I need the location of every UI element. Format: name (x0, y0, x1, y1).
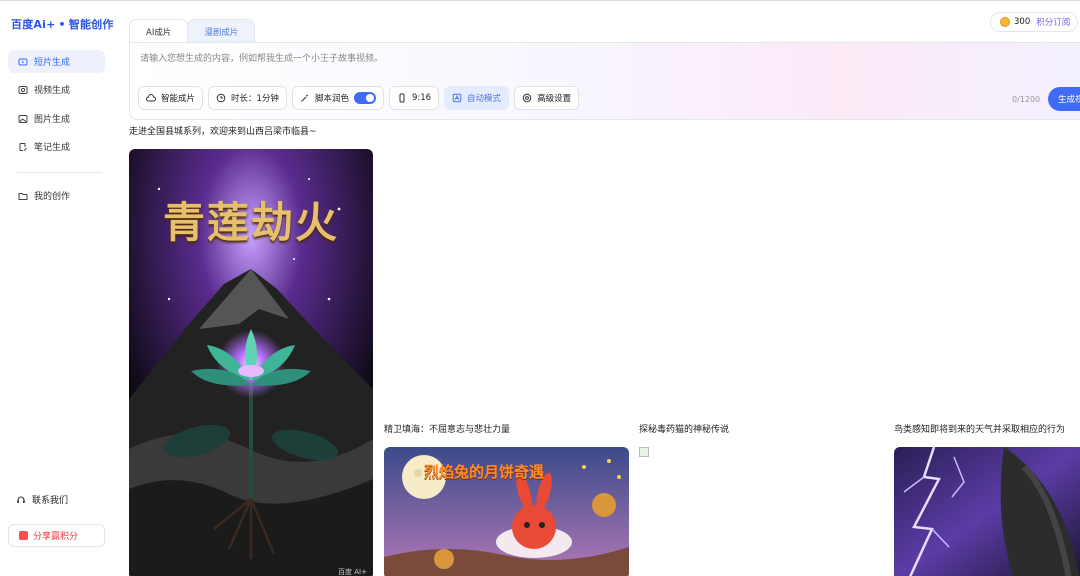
image-icon (17, 113, 28, 124)
folder-icon (17, 190, 28, 201)
sidebar-item-label: 我的创作 (34, 192, 71, 202)
sidebar-item-label: 短片生成 (34, 58, 71, 68)
char-counter: 0/1200 (1012, 95, 1041, 104)
lightning-poster-image (894, 447, 1080, 576)
feed-card-poster-lightning[interactable] (894, 447, 1080, 576)
sidebar-item-label: 图片生成 (34, 115, 71, 125)
aspect-ratio-select[interactable]: 9:16 (388, 86, 440, 110)
subscribe-link[interactable]: 积分订阅 (1036, 16, 1070, 28)
broken-image-icon[interactable] (639, 447, 649, 457)
note-icon (17, 141, 28, 152)
composer-card: 请输入您想生成的内容，例如帮我生成一个小王子故事视频。 智能成片 时长：1分钟 … (129, 42, 1080, 120)
prompt-input[interactable]: 请输入您想生成的内容，例如帮我生成一个小王子故事视频。 (140, 51, 383, 64)
headset-icon (17, 496, 25, 503)
generate-button[interactable]: 生成视频 (1048, 87, 1080, 111)
auto-mode-button[interactable]: 自动模式 (444, 86, 510, 110)
coin-icon (1000, 17, 1010, 27)
tab-ai-film[interactable]: AI成片 (129, 19, 189, 43)
auto-mode-icon (452, 93, 462, 103)
gift-icon (19, 531, 28, 540)
polish-switch[interactable] (353, 92, 376, 104)
advanced-label: 高级设置 (537, 94, 572, 104)
clock-icon (216, 93, 226, 103)
credits-badge[interactable]: 300 积分订阅 (990, 12, 1078, 32)
advanced-settings-button[interactable]: 高级设置 (514, 86, 580, 110)
feed-card-poster-rabbit[interactable]: 烈焰兔的月饼奇遇 (384, 447, 629, 576)
video-icon (17, 84, 28, 95)
feed-item-title[interactable]: 鸟类感知即将到来的天气并采取相应的行为 (894, 422, 1065, 435)
feed-item-title[interactable]: 探秘毒药猫的神秘传说 (639, 422, 729, 435)
credits-amount: 300 (1014, 17, 1031, 27)
gear-icon (522, 93, 532, 103)
film-icon (17, 56, 28, 67)
poster-watermark: 百度 AI+ (338, 568, 367, 576)
feed-intro-text: 走进全国县城系列，欢迎来到山西吕梁市临县~ (129, 127, 317, 137)
sidebar-item-video[interactable]: 视频生成 (8, 78, 105, 101)
feed-card-poster-lotus[interactable]: 青莲劫火 百度 AI+ (129, 149, 373, 576)
feed-item-title[interactable]: 精卫填海：不屈意志与悲壮力量 (384, 422, 510, 435)
logo-suffix: 智能创作 (68, 18, 114, 31)
script-polish-toggle[interactable]: 脚本润色 (291, 86, 384, 110)
contact-us-link[interactable]: 联系我们 (16, 493, 68, 506)
brand-logo[interactable]: 百度Ai+ • 智能创作 (11, 16, 114, 32)
auto-mode-label: 自动模式 (467, 94, 502, 104)
smart-film-label: 智能成片 (161, 94, 196, 104)
duration-label: 时长：1分钟 (231, 94, 279, 104)
composer-toolbar: 智能成片 时长：1分钟 脚本润色 9:16 自动模式 高级设置 (138, 86, 580, 110)
share-label: 分享赢积分 (33, 532, 79, 542)
rabbit-poster-title: 烈焰兔的月饼奇遇 (424, 463, 545, 481)
sidebar-item-note[interactable]: 笔记生成 (8, 135, 105, 158)
polish-label: 脚本润色 (314, 94, 349, 104)
smart-film-button[interactable]: 智能成片 (138, 86, 204, 110)
sidebar-item-label: 笔记生成 (34, 143, 71, 153)
sidebar: 百度Ai+ • 智能创作 短片生成 视频生成 图片生成 笔记生成 我的创作 联系我们… (0, 1, 114, 576)
magic-wand-icon (301, 94, 309, 102)
cloud-icon (146, 94, 156, 102)
contact-label: 联系我们 (32, 496, 69, 506)
lotus-poster-title: 青莲劫火 (162, 198, 339, 247)
ratio-label: 9:16 (411, 93, 432, 103)
phone-icon (399, 93, 405, 103)
sidebar-divider (17, 172, 102, 173)
sidebar-item-label: 视频生成 (34, 86, 71, 96)
sidebar-item-image[interactable]: 图片生成 (8, 107, 105, 130)
sidebar-item-my-creations[interactable]: 我的创作 (8, 184, 105, 207)
logo-text: 百度Ai+ (11, 18, 56, 31)
share-earn-points-button[interactable]: 分享赢积分 (8, 524, 105, 547)
sidebar-item-short-film[interactable]: 短片生成 (8, 50, 105, 73)
tab-comic-film[interactable]: 漫剧成片 (187, 19, 256, 43)
duration-select[interactable]: 时长：1分钟 (208, 86, 287, 110)
mode-tabs: AI成片 漫剧成片 (129, 19, 256, 43)
